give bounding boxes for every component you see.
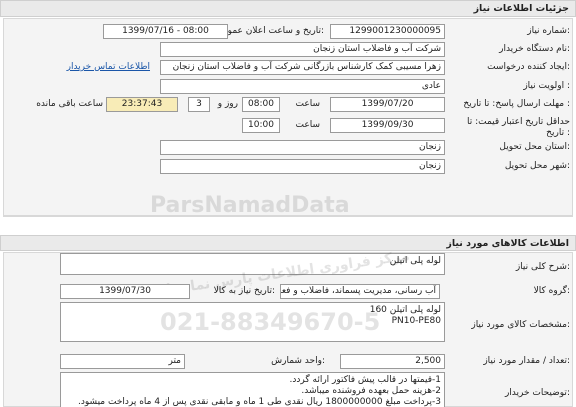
- need-date-field: 1399/07/30: [60, 284, 190, 299]
- goods-group-label: گروه کالا:: [533, 286, 570, 296]
- note-line-2: 2-هزینه حمل بعهده فروشنده میباشد.: [301, 386, 441, 396]
- province-field: زنجان: [160, 140, 445, 155]
- reply-date-field: 1399/07/20: [330, 97, 445, 112]
- reply-hour-label: ساعت: [295, 99, 321, 109]
- buyer-name-field: شرکت آب و فاضلاب استان زنجان: [160, 42, 445, 57]
- buyer-notes-field: 1-قیمتها در قالب پیش فاکتور ارائه گردد. …: [60, 372, 445, 407]
- unit-label: واحد شمارش:: [271, 356, 325, 366]
- validity-label: حداقل تاریخ اعتبار قیمت: تا تاریخ :: [467, 117, 570, 138]
- validity-time-field: 10:00: [242, 118, 280, 133]
- priority-label: اولویت نیاز :: [523, 81, 570, 91]
- city-label: شهر محل تحویل:: [504, 161, 570, 171]
- buyer-notes-label: توضیحات خریدار:: [504, 388, 570, 398]
- reply-deadline-label: مهلت ارسال پاسخ: تا تاریخ :: [463, 99, 570, 109]
- spec-field: لوله پلی اتیلن 160 PN10-PE80: [60, 302, 445, 342]
- need-number-label: شماره نیاز:: [527, 26, 570, 36]
- validity-date-field: 1399/09/30: [330, 118, 445, 133]
- reply-time-field: 08:00: [242, 97, 280, 112]
- note-line-1: 1-قیمتها در قالب پیش فاکتور ارائه گردد.: [289, 375, 442, 385]
- announce-date-field: 1399/07/16 - 08:00: [103, 24, 228, 39]
- buyer-contact-link[interactable]: اطلاعات تماس خریدار: [40, 62, 150, 72]
- creator-field: زهرا مسیبی کمک کارشناس بازرگانی شرکت آب …: [160, 60, 445, 75]
- day-label: روز و: [217, 99, 238, 109]
- note-line-3: 3-پرداخت مبلغ 1800000000 ریال نقدی طی 1 …: [78, 397, 441, 407]
- general-desc-field: لوله پلی اتیلن: [60, 253, 445, 275]
- priority-field: عادی: [160, 79, 445, 94]
- spec-label: مشخصات کالای مورد نیاز:: [471, 320, 570, 330]
- general-desc-label: شرح کلی نیاز:: [515, 262, 570, 272]
- quantity-label: تعداد / مقدار مورد نیاز:: [483, 356, 570, 366]
- goods-section-title: اطلاعات کالاهای مورد نیاز: [0, 235, 576, 251]
- page-title: جزئیات اطلاعات نیاز: [0, 0, 576, 17]
- goods-group-field: آب رسانی، مدیریت پسماند، فاضلاب و فعالیت…: [280, 284, 440, 299]
- spec-line-1: لوله پلی اتیلن 160: [369, 305, 441, 315]
- countdown-field: 23:37:43: [106, 97, 178, 112]
- creator-label: ایجاد کننده درخواست:: [487, 62, 570, 72]
- quantity-field: 2,500: [340, 354, 445, 369]
- days-field: 3: [188, 97, 210, 112]
- remaining-label: ساعت باقی مانده: [36, 99, 103, 109]
- validity-hour-label: ساعت: [295, 120, 321, 130]
- spec-line-2: PN10-PE80: [391, 316, 441, 326]
- unit-field: متر: [60, 354, 185, 369]
- buyer-name-label: نام دستگاه خریدار:: [499, 44, 570, 54]
- city-field: زنجان: [160, 159, 445, 174]
- province-label: استان محل تحویل:: [499, 142, 570, 152]
- need-number-field: 1299001230000095: [330, 24, 445, 39]
- need-date-label: تاریخ نیاز به کالا:: [213, 286, 275, 296]
